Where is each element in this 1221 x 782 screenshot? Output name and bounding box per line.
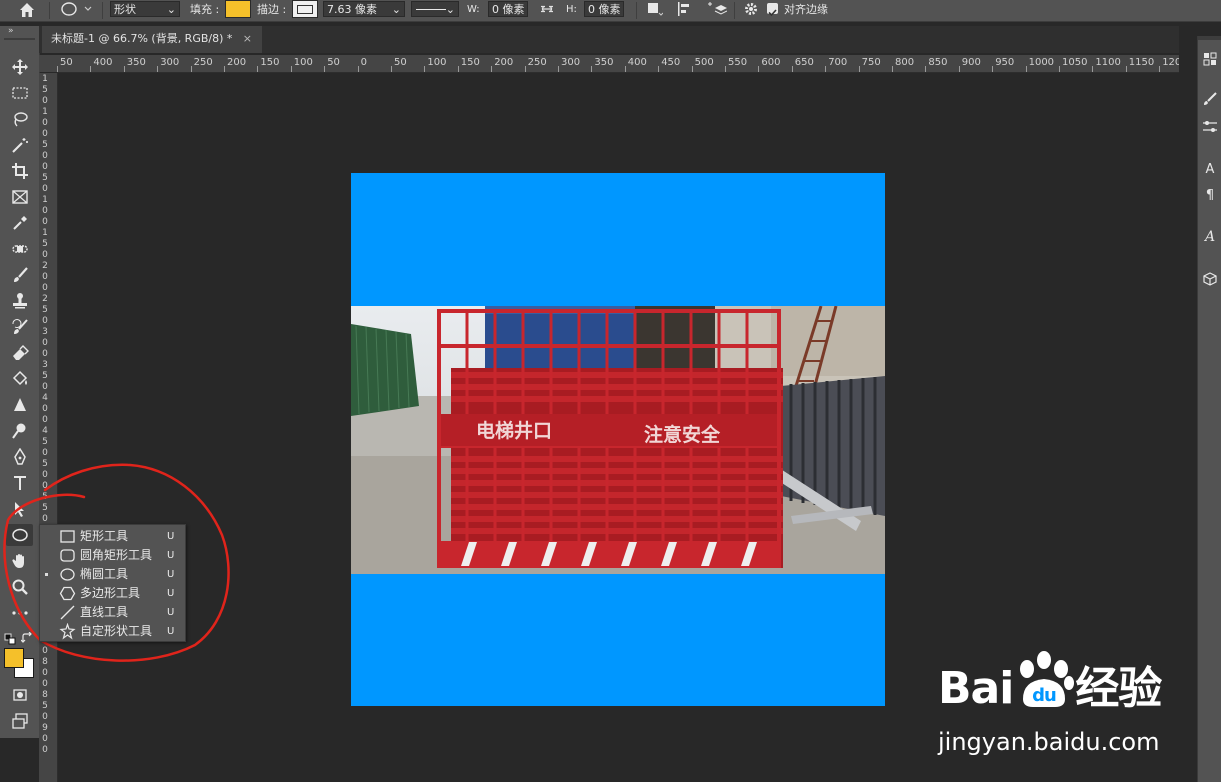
rounded-rectangle-tool-label: 圆角矩形工具 — [80, 548, 153, 562]
custom-shape-tool-menu-item[interactable]: 自定形状工具 U — [40, 622, 185, 641]
watermark-text-jingyan: 经验 — [1075, 663, 1162, 714]
custom-shape-tool-label: 自定形状工具 — [80, 624, 153, 638]
watermark-url: jingyan.baidu.com — [938, 728, 1160, 756]
rectangle-icon — [60, 530, 75, 543]
custom-shape-icon — [59, 623, 76, 640]
rectangle-tool-shortcut: U — [167, 531, 175, 542]
ellipse-tool-shortcut: U — [167, 569, 175, 580]
rectangle-tool-label: 矩形工具 — [80, 529, 129, 543]
polygon-tool-shortcut: U — [167, 588, 175, 599]
ellipse-icon — [60, 568, 75, 581]
selected-indicator — [45, 573, 48, 576]
rectangle-tool-menu-item[interactable]: 矩形工具 U — [40, 527, 185, 546]
rounded-rectangle-tool-shortcut: U — [167, 550, 175, 561]
ellipse-tool-label: 椭圆工具 — [80, 567, 129, 581]
shape-tool-flyout-menu: 矩形工具 U 圆角矩形工具 U 椭圆工具 U 多边形工具 U 直线工具 U 自定… — [39, 524, 186, 642]
ellipse-tool-menu-item[interactable]: 椭圆工具 U — [40, 565, 185, 584]
line-tool-menu-item[interactable]: 直线工具 U — [40, 603, 185, 622]
line-icon — [60, 605, 75, 620]
line-tool-shortcut: U — [167, 607, 175, 618]
polygon-tool-menu-item[interactable]: 多边形工具 U — [40, 584, 185, 603]
line-tool-label: 直线工具 — [80, 605, 129, 619]
rounded-rectangle-icon — [60, 549, 75, 562]
baidu-paw-icon: du — [1020, 651, 1075, 707]
custom-shape-tool-shortcut: U — [167, 626, 175, 637]
polygon-icon — [59, 586, 76, 601]
rounded-rectangle-tool-menu-item[interactable]: 圆角矩形工具 U — [40, 546, 185, 565]
polygon-tool-label: 多边形工具 — [80, 586, 141, 600]
baidu-jingyan-watermark: Bai du 经验 — [938, 651, 1162, 716]
svg-text:du: du — [1032, 685, 1056, 706]
watermark-text-bai: Bai — [938, 663, 1014, 714]
